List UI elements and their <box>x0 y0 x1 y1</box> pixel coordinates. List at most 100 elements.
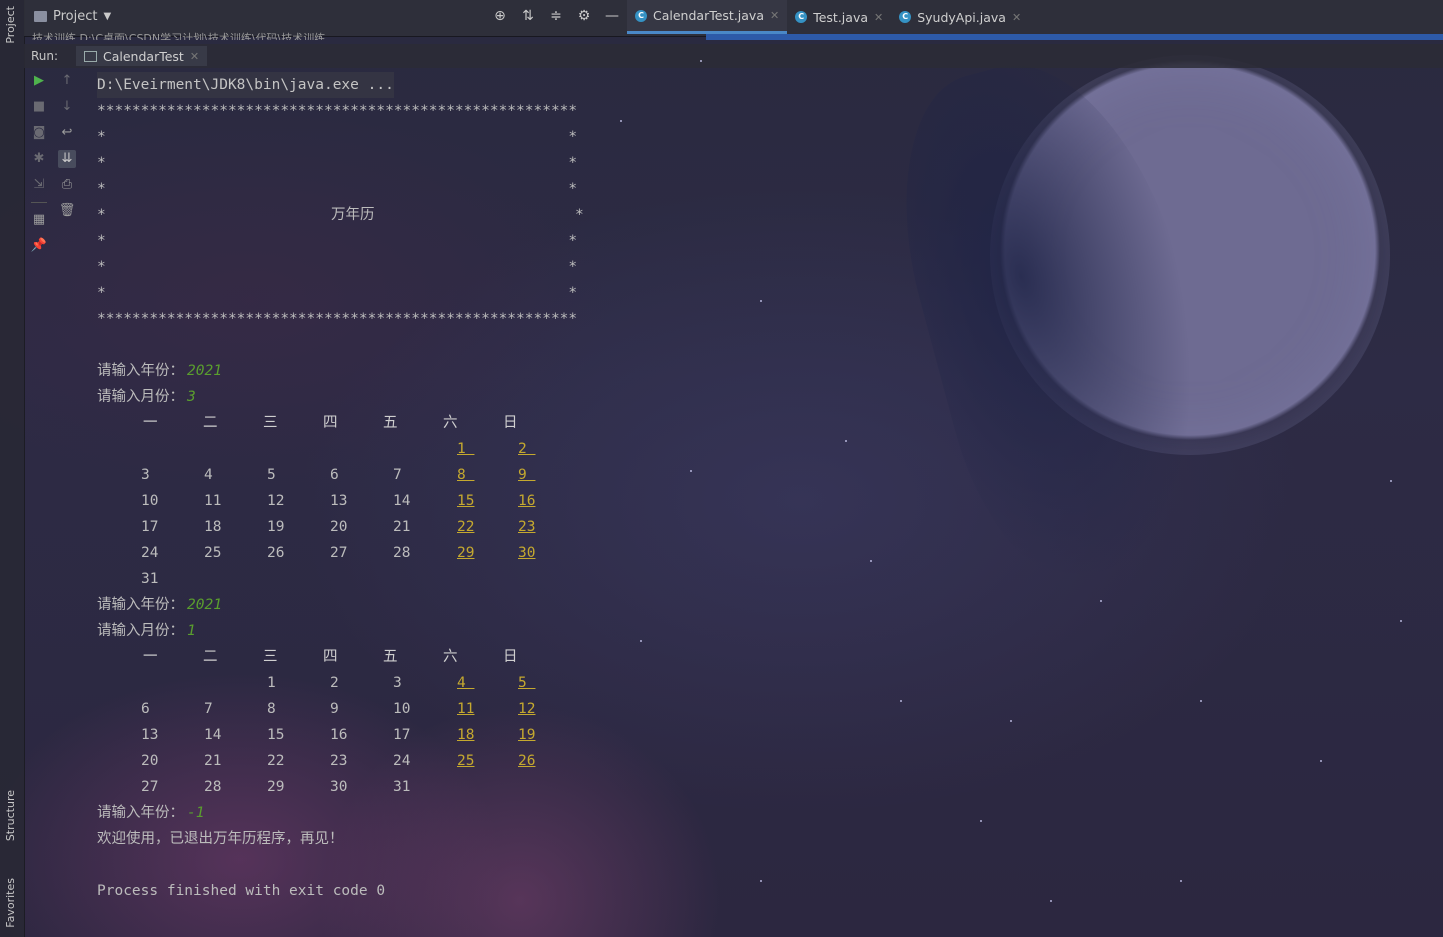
run-panel-header: Run: CalendarTest ✕ <box>24 44 1443 68</box>
star-decoration <box>700 60 702 62</box>
rerun-icon[interactable]: ▶ <box>30 72 48 90</box>
expand-all-icon[interactable]: ⇅ <box>520 8 536 24</box>
java-class-icon: C <box>795 11 808 23</box>
tab-label: CalendarTest.java <box>653 8 764 23</box>
close-icon[interactable]: ✕ <box>770 9 779 22</box>
banner-side-line: * * <box>97 233 578 249</box>
arrow-down-icon[interactable]: ↓ <box>58 98 76 116</box>
project-tree-root[interactable]: 技术训练 D:\C桌面\CSDN学习计划\技术训练\代码\技术训练 <box>32 32 325 40</box>
calendar-day: 6 <box>141 701 150 717</box>
weekend-day-link[interactable]: 12 <box>518 696 535 722</box>
exit-message: Process finished with exit code 0 <box>97 883 386 899</box>
crosshair-icon[interactable]: ⊕ <box>492 8 508 24</box>
project-folder-icon <box>34 11 47 22</box>
year-input-prompt: 请输入年份： <box>97 597 184 613</box>
weekend-day-link[interactable]: 8 <box>457 462 474 488</box>
weekend-day-link[interactable]: 30 <box>518 540 535 566</box>
project-view-selector[interactable]: Project ▼ <box>34 9 111 24</box>
star-decoration <box>1390 480 1392 482</box>
weekend-day-link[interactable]: 1 <box>457 436 474 462</box>
weekday-header: 六 <box>443 415 458 431</box>
calendar-day: 14 <box>393 493 411 509</box>
layout-icon[interactable]: ▦ <box>30 211 48 229</box>
calendar-day: 8 <box>267 701 276 717</box>
star-decoration <box>690 470 692 472</box>
calendar-day: 26 <box>267 545 285 561</box>
structure-tool-tab[interactable]: Structure <box>4 790 17 841</box>
debug-bug-icon[interactable]: ✱ <box>30 150 48 168</box>
weekday-header: 三 <box>263 649 278 665</box>
tab-label: Test.java <box>813 9 868 25</box>
java-class-icon: C <box>635 9 647 22</box>
calendar-day: 1 <box>267 675 276 691</box>
print-icon[interactable]: ⎙ <box>58 176 76 194</box>
weekend-day-link[interactable]: 29 <box>457 540 474 566</box>
calendar-day: 3 <box>393 675 402 691</box>
calendar-day: 18 <box>204 519 222 535</box>
star-decoration <box>1180 880 1182 882</box>
weekend-day-link[interactable]: 22 <box>457 514 474 540</box>
banner-title-line: * <box>97 207 106 223</box>
gear-icon[interactable]: ⚙ <box>576 8 592 24</box>
weekday-header: 二 <box>203 415 218 431</box>
favorites-tool-tab[interactable]: Favorites <box>4 878 17 928</box>
minimize-icon[interactable]: — <box>604 8 620 24</box>
weekday-header: 五 <box>383 649 398 665</box>
year-input-value: 2021 <box>187 597 222 613</box>
weekend-day-link[interactable]: 5 <box>518 670 535 696</box>
weekday-header: 日 <box>503 649 518 665</box>
weekend-day-link[interactable]: 26 <box>518 748 535 774</box>
calendar-day: 21 <box>204 753 222 769</box>
calendar-day: 7 <box>204 701 213 717</box>
editor-selection-bar <box>706 34 1443 40</box>
weekend-day-link[interactable]: 16 <box>518 488 535 514</box>
collapse-all-icon[interactable]: ≑ <box>548 8 564 24</box>
weekend-day-link[interactable]: 2 <box>518 436 535 462</box>
close-icon[interactable]: ✕ <box>1012 11 1021 24</box>
arrow-up-icon[interactable]: ↑ <box>58 72 76 90</box>
pin-icon[interactable]: 📌 <box>30 237 48 255</box>
tab-syudyapi[interactable]: C SyudyApi.java ✕ <box>891 0 1029 34</box>
calendar-day: 21 <box>393 519 411 535</box>
goodbye-message: 欢迎使用，已退出万年历程序，再见！ <box>97 831 344 847</box>
close-icon[interactable]: ✕ <box>190 50 199 63</box>
banner-star: * <box>575 207 584 223</box>
trash-icon[interactable]: 🗑 <box>58 202 76 220</box>
project-tool-tab[interactable]: Project <box>4 6 17 44</box>
weekend-day-link[interactable]: 18 <box>457 722 474 748</box>
banner-side-line: * * <box>97 259 578 275</box>
scroll-to-end-icon[interactable]: ⇊ <box>58 150 76 168</box>
weekend-day-link[interactable]: 9 <box>518 462 535 488</box>
camera-icon[interactable]: ◙ <box>30 124 48 142</box>
month-input-prompt: 请输入月份： <box>97 623 184 639</box>
calendar-day: 6 <box>330 467 339 483</box>
console-icon <box>84 50 97 62</box>
calendar-day: 27 <box>330 545 348 561</box>
soft-wrap-icon[interactable]: ↩ <box>58 124 76 142</box>
star-decoration <box>1100 600 1102 602</box>
weekend-day-link[interactable]: 23 <box>518 514 535 540</box>
calendar-day: 29 <box>267 779 285 795</box>
calendar-day: 23 <box>330 753 348 769</box>
weekend-day-link[interactable]: 11 <box>457 696 474 722</box>
tab-calendartest[interactable]: C CalendarTest.java ✕ <box>627 0 788 34</box>
calendar-day: 28 <box>393 545 411 561</box>
weekend-day-link[interactable]: 15 <box>457 488 474 514</box>
calendar-day: 17 <box>393 727 411 743</box>
weekend-day-link[interactable]: 25 <box>457 748 474 774</box>
weekend-day-link[interactable]: 4 <box>457 670 474 696</box>
stop-icon[interactable]: ■ <box>30 98 48 116</box>
weekend-day-link[interactable]: 19 <box>518 722 535 748</box>
project-label: Project <box>53 9 98 24</box>
run-tab-calendartest[interactable]: CalendarTest ✕ <box>76 46 208 66</box>
star-decoration <box>900 700 902 702</box>
star-decoration <box>1010 720 1012 722</box>
run-toolbar-secondary: ↑ ↓ ↩ ⇊ ⎙ 🗑 <box>56 72 78 220</box>
tab-test[interactable]: C Test.java ✕ <box>787 0 891 34</box>
exit-icon[interactable]: ⇲ <box>30 176 48 194</box>
calendar-day: 3 <box>141 467 150 483</box>
banner-border-bottom: ****************************************… <box>97 311 578 327</box>
calendar-day: 17 <box>141 519 159 535</box>
star-decoration <box>870 560 872 562</box>
close-icon[interactable]: ✕ <box>874 11 883 24</box>
